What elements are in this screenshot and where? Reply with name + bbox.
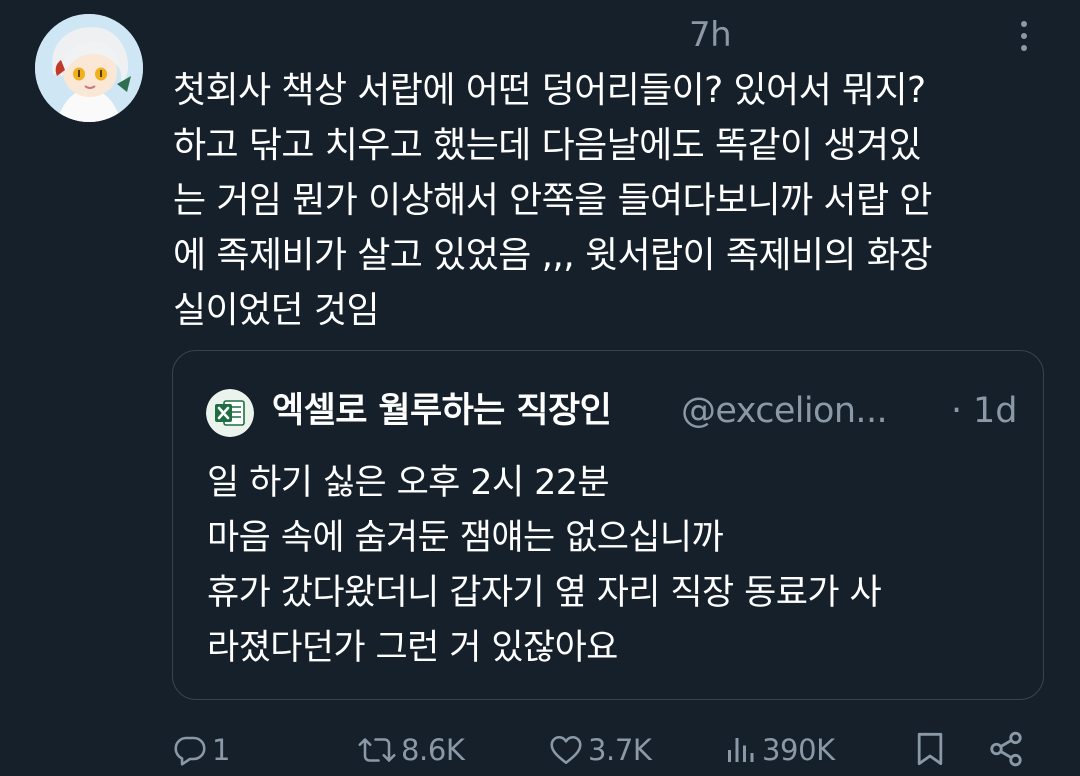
quoted-handle[interactable]: @excelion... [681,387,888,435]
reply-count: 1 [212,733,231,767]
retweet-count: 8.6K [401,733,465,767]
quoted-text-line: 마음 속에 숨겨둔 잼얘는 없으십니까 [207,518,724,558]
quoted-tweet-card[interactable]: 엑셀로 월루하는 직장인 @excelion... · 1d 일 하기 싫은 오… [172,350,1044,700]
views-icon [728,738,754,762]
bookmark-button[interactable] [913,730,947,768]
user-avatar[interactable] [35,14,143,122]
more-vertical-icon [1021,21,1027,27]
quoted-timestamp[interactable]: 1d [973,387,1018,435]
heart-icon [550,735,582,765]
bookmark-icon [917,732,943,766]
tweet-action-bar: 1 8.6K 3.7K 390K [0,724,1080,776]
share-button[interactable] [987,730,1025,768]
view-count: 390K [762,733,835,767]
quoted-text-line: 휴가 갔다왔더니 갑자기 옆 자리 직장 동료가 사 [207,573,882,613]
quoted-text-line: 일 하기 싫은 오후 2시 22분 [207,463,610,503]
views-button[interactable]: 390K [722,730,835,770]
quoted-tweet-text: 일 하기 싫은 오후 2시 22분 마음 속에 숨겨둔 잼얘는 없으십니까 휴가… [207,456,1027,676]
retweet-button[interactable]: 8.6K [357,730,465,770]
like-button[interactable]: 3.7K [548,730,652,770]
tweet-text-line: 하고 닦고 치우고 했는데 다음날에도 똑같이 생겨있 [173,125,922,166]
quoted-display-name[interactable]: 엑셀로 월루하는 직장인 [272,387,612,435]
tweet-text-line: 에 족제비가 살고 있었음 ,,, 윗서랍이 족제비의 화장 [173,235,932,276]
tweet-timestamp[interactable]: 7h [689,12,732,58]
separator-dot: · [951,391,963,431]
like-count: 3.7K [588,733,652,767]
reply-button[interactable]: 1 [172,730,230,770]
quoted-text-line: 라졌다던가 그런 거 있잖아요 [207,628,618,668]
excel-logo-icon [206,389,254,437]
reply-icon [174,736,206,766]
quoted-user-avatar[interactable] [206,389,254,437]
tweet-text-line: 실이었던 것임 [173,290,380,331]
tweet-text-line: 첫회사 책상 서랍에 어떤 덩어리들이? 있어서 뭐지? [173,70,926,111]
tweet-text: 첫회사 책상 서랍에 어떤 덩어리들이? 있어서 뭐지? 하고 닦고 치우고 했… [173,63,1043,338]
tweet-text-line: 는 거임 뭔가 이상해서 안쪽을 들여다보니까 서랍 안 [173,180,932,221]
more-options-button[interactable] [1010,16,1038,56]
share-icon [990,731,1022,767]
retweet-icon [358,738,396,762]
